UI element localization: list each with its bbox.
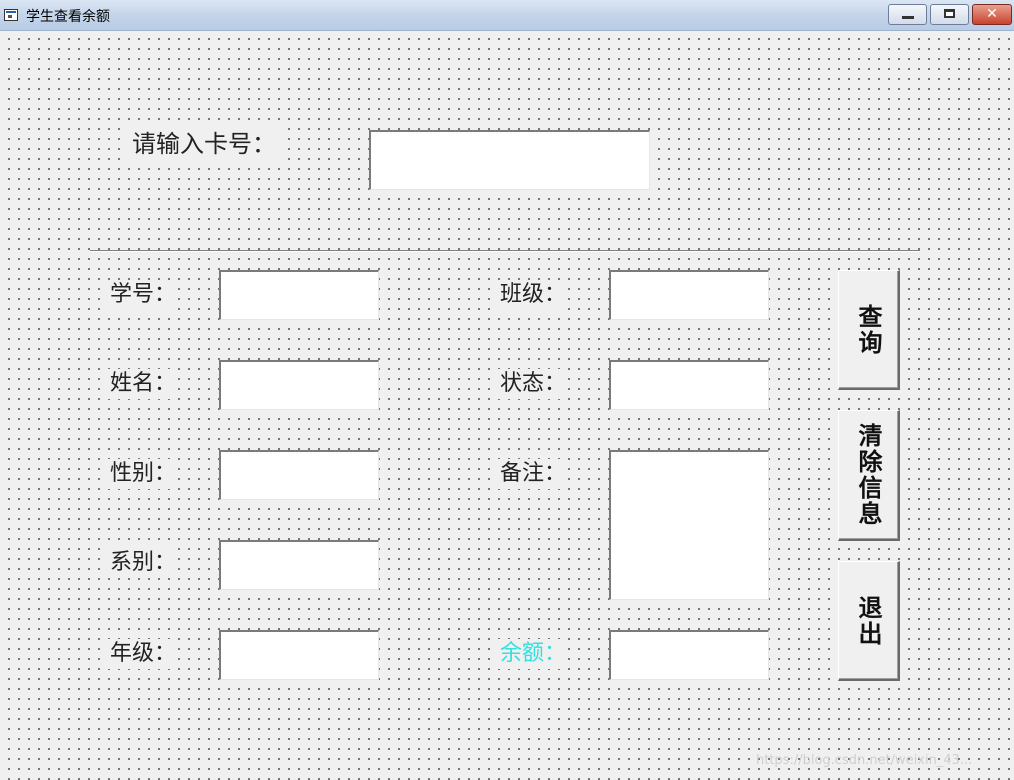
clear-info-button[interactable]: 清除信息 — [838, 410, 900, 541]
close-icon: ✕ — [986, 6, 998, 22]
grade-label: 年级： — [108, 639, 179, 669]
class-label: 班级： — [498, 280, 569, 310]
watermark: https://blog.csdn.net/weixin_43... — [756, 753, 973, 768]
query-button[interactable]: 查询 — [838, 270, 900, 390]
name-field[interactable] — [219, 360, 379, 410]
status-field[interactable] — [609, 360, 769, 410]
card-number-input[interactable] — [369, 130, 650, 190]
gender-label: 性别： — [108, 459, 179, 489]
title-bar: 学生查看余额 ✕ — [0, 0, 1014, 31]
window-title: 学生查看余额 — [26, 9, 110, 25]
student-id-label: 学号： — [108, 280, 179, 310]
student-id-field[interactable] — [219, 270, 379, 320]
remark-textarea[interactable] — [609, 450, 769, 600]
separator-line — [90, 250, 920, 252]
close-button[interactable]: ✕ — [972, 4, 1012, 25]
remark-label: 备注： — [498, 459, 569, 489]
department-label: 系别： — [108, 548, 179, 578]
minimize-icon — [902, 16, 914, 19]
minimize-button[interactable] — [888, 4, 927, 25]
form-canvas: 请输入卡号： 学号： 姓名： 性别： 系别： 年级： 班级： 状态： 备注： 余… — [0, 31, 1014, 780]
status-label: 状态： — [498, 369, 569, 399]
maximize-button[interactable] — [930, 4, 969, 25]
exit-button[interactable]: 退出 — [838, 561, 900, 681]
balance-label: 余额： — [498, 639, 569, 669]
grade-field[interactable] — [219, 630, 379, 680]
balance-field[interactable] — [609, 630, 769, 680]
class-field[interactable] — [609, 270, 769, 320]
department-field[interactable] — [219, 540, 379, 590]
gender-field[interactable] — [219, 450, 379, 500]
card-number-label: 请输入卡号： — [124, 127, 284, 161]
name-label: 姓名： — [108, 369, 179, 399]
app-icon — [4, 9, 18, 21]
maximize-icon — [944, 9, 955, 18]
